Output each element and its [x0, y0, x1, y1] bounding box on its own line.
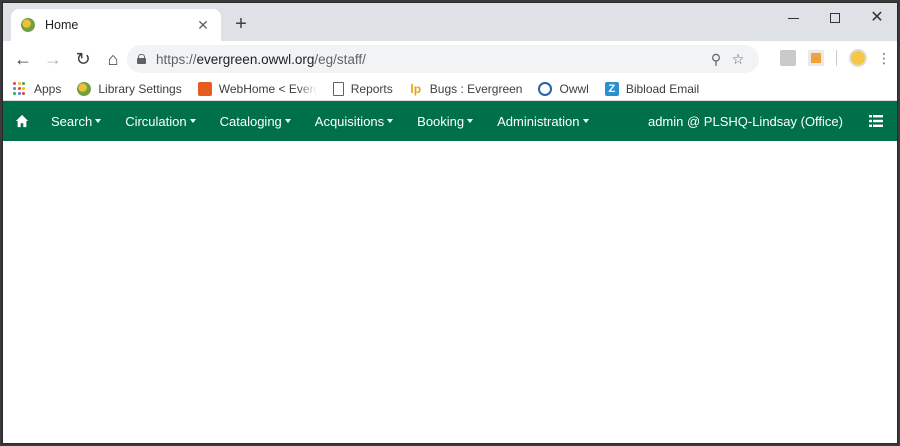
url-host: evergreen.owwl.org: [196, 51, 315, 67]
reload-button[interactable]: ↻: [69, 45, 97, 73]
menu-administration[interactable]: Administration: [485, 101, 600, 141]
tab-strip: Home ✕ + ✕: [3, 3, 897, 41]
back-button[interactable]: ←: [9, 45, 37, 73]
menu-label: Acquisitions: [314, 113, 385, 129]
apps-dot: [17, 86, 21, 90]
tab-close-icon[interactable]: ✕: [195, 17, 211, 34]
apps-dot: [13, 81, 16, 85]
bookmarks-bar: Apps Library Settings WebHome < Evergree…: [3, 77, 897, 101]
url-path: /eg/staff/: [314, 51, 366, 67]
menu-label: Administration: [497, 113, 580, 129]
bookmark-webhome[interactable]: WebHome < Evergreen: [197, 81, 317, 96]
owwl-icon: [538, 81, 553, 96]
minimize-icon: [787, 17, 799, 19]
evergreen-navbar: Search Circulation Cataloging Acquisitio…: [3, 101, 897, 141]
bookmark-label: WebHome < Evergreen: [218, 81, 317, 96]
applications-list-button[interactable]: [861, 101, 891, 141]
menu-label: Cataloging: [219, 113, 282, 129]
pdf-extension-icon[interactable]: [780, 50, 796, 66]
bookmark-bugs-evergreen[interactable]: lp Bugs : Evergreen: [409, 81, 523, 96]
browser-window: Home ✕ + ✕ ← → ↻ ⌂ https://evergreen.oww…: [2, 2, 898, 444]
bookmark-owwl[interactable]: Owwl: [538, 81, 589, 96]
home-browser-button[interactable]: ⌂: [99, 45, 127, 73]
list-icon: [869, 115, 883, 127]
document-icon: [332, 81, 344, 96]
zimbra-icon: Z: [604, 81, 619, 96]
lock-icon: [137, 54, 146, 64]
menu-cataloging[interactable]: Cataloging: [208, 101, 303, 141]
evergreen-favicon-icon: [21, 18, 35, 32]
bookmark-label: Bugs : Evergreen: [429, 81, 523, 96]
apps-grid-icon: [13, 81, 27, 96]
bookmark-star-icon[interactable]: ☆: [727, 51, 749, 68]
caret-down-icon: [95, 119, 102, 123]
tab-home[interactable]: Home ✕: [11, 9, 221, 41]
apps-dot: [22, 81, 25, 85]
apps-dot: [13, 91, 16, 95]
caret-down-icon: [284, 119, 291, 123]
bookmark-label: Bibload Email: [625, 81, 700, 96]
webhome-icon: [197, 81, 212, 96]
library-settings-icon: [77, 81, 92, 96]
caret-down-icon: [387, 119, 394, 123]
tab-title: Home: [45, 18, 79, 32]
bookmark-library-settings[interactable]: Library Settings: [77, 81, 182, 96]
apps-dot: [17, 91, 21, 95]
main-content-area: [3, 141, 897, 443]
caret-down-icon: [582, 119, 589, 123]
apps-dot: [22, 91, 25, 95]
caret-down-icon: [467, 119, 474, 123]
forward-button[interactable]: →: [39, 45, 67, 73]
menu-search[interactable]: Search: [39, 101, 113, 141]
bookmark-label: Apps: [34, 81, 62, 96]
maximize-button[interactable]: [815, 3, 855, 33]
user-workstation-label[interactable]: admin @ PLSHQ-Lindsay (Office): [648, 114, 843, 129]
minimize-button[interactable]: [773, 3, 813, 33]
apps-dot: [22, 86, 25, 90]
address-bar[interactable]: https://evergreen.owwl.org/eg/staff/ ⚲ ☆: [127, 45, 759, 73]
menu-label: Circulation: [125, 113, 187, 129]
menu-acquisitions[interactable]: Acquisitions: [303, 101, 405, 141]
navbar-right: admin @ PLSHQ-Lindsay (Office): [648, 101, 897, 141]
launchpad-icon: lp: [410, 81, 422, 96]
new-tab-button[interactable]: +: [231, 14, 251, 35]
extension-area: ⋮: [768, 49, 891, 67]
profile-avatar-icon[interactable]: [849, 49, 867, 67]
browser-toolbar: ← → ↻ ⌂ https://evergreen.owwl.org/eg/st…: [3, 41, 897, 77]
url-scheme: https://: [156, 51, 197, 67]
apps-dot: [17, 81, 21, 85]
toolbar-divider: [836, 50, 837, 66]
bookmark-label: Reports: [350, 81, 393, 96]
apps-dot: [13, 86, 16, 90]
home-button[interactable]: [5, 101, 39, 141]
menu-label: Booking: [417, 113, 465, 129]
menu-label: Search: [51, 113, 93, 129]
bookmark-apps[interactable]: Apps: [13, 81, 62, 96]
window-close-button[interactable]: ✕: [857, 3, 897, 33]
menu-booking[interactable]: Booking: [405, 101, 485, 141]
url-text[interactable]: https://evergreen.owwl.org/eg/staff/: [156, 52, 705, 67]
bookmark-label: Owwl: [559, 81, 589, 96]
orange-extension-icon[interactable]: [808, 50, 824, 66]
bookmark-reports[interactable]: Reports: [332, 81, 393, 96]
bookmark-bibload-email[interactable]: Z Bibload Email: [604, 81, 700, 96]
close-icon: ✕: [870, 9, 884, 26]
bookmark-label: Library Settings: [98, 81, 182, 96]
zoom-icon[interactable]: ⚲: [705, 51, 727, 68]
menu-circulation[interactable]: Circulation: [113, 101, 207, 141]
browser-menu-icon[interactable]: ⋮: [877, 51, 891, 65]
home-icon: [15, 114, 29, 128]
maximize-icon: [830, 13, 840, 23]
caret-down-icon: [189, 119, 196, 123]
